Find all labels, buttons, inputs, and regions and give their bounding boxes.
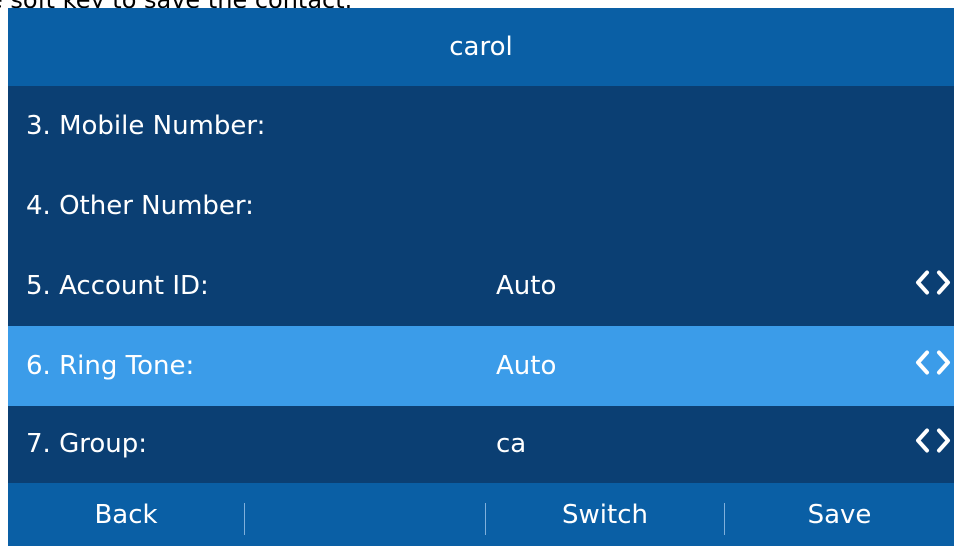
save-softkey-label: Save [807, 499, 872, 530]
phone-screen: carol 3. Mobile Number: 4. Other Number:… [8, 8, 954, 546]
chevron-left-icon[interactable] [914, 428, 930, 461]
field-row-mobile-number[interactable]: 3. Mobile Number: [8, 86, 954, 166]
field-label: 7. Group: [26, 429, 147, 459]
field-row-other-number[interactable]: 4. Other Number: [8, 166, 954, 246]
field-value: Auto [496, 351, 557, 381]
back-softkey-label: Back [94, 499, 158, 530]
field-value: ca [496, 429, 527, 459]
save-softkey[interactable]: Save [725, 483, 954, 546]
chevron-right-icon[interactable] [936, 270, 952, 303]
field-row-group[interactable]: 7. Group: ca [8, 404, 954, 484]
field-label: 4. Other Number: [26, 191, 254, 221]
field-label: 3. Mobile Number: [26, 111, 266, 141]
chevron-left-icon[interactable] [914, 270, 930, 303]
contact-name-title: carol [449, 32, 513, 62]
softkey-slot-2[interactable] [245, 483, 485, 546]
switch-softkey-label: Switch [562, 499, 648, 530]
field-row-ring-tone[interactable]: 6. Ring Tone: Auto [8, 326, 954, 406]
field-label: 6. Ring Tone: [26, 351, 195, 381]
switch-softkey[interactable]: Switch [486, 483, 724, 546]
chevron-right-icon[interactable] [936, 350, 952, 383]
field-value: Auto [496, 271, 557, 301]
back-softkey[interactable]: Back [8, 483, 244, 546]
field-row-account-id[interactable]: 5. Account ID: Auto [8, 246, 954, 326]
chevron-left-icon[interactable] [914, 350, 930, 383]
chevron-right-icon[interactable] [936, 428, 952, 461]
softkey-bar: Back Switch Save [8, 483, 954, 546]
contact-title-bar: carol [8, 8, 954, 86]
field-label: 5. Account ID: [26, 271, 209, 301]
